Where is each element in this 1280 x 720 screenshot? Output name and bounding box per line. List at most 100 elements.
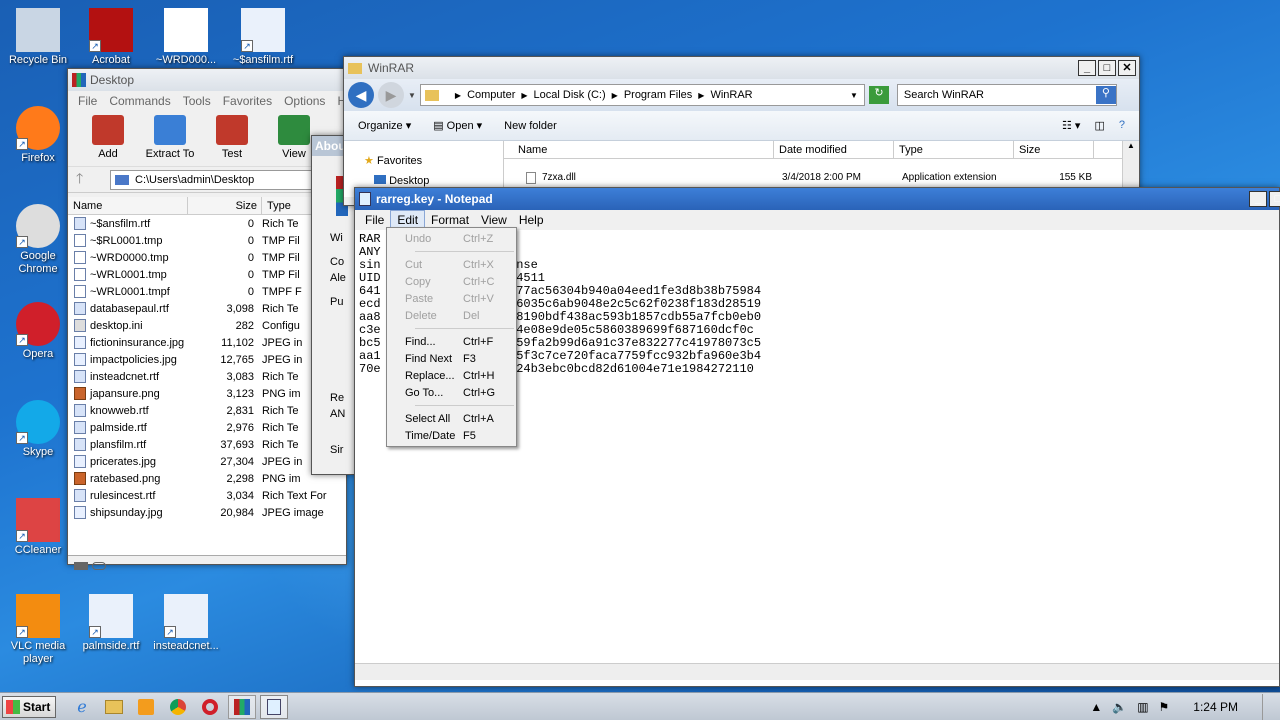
notepad-taskbar-icon[interactable] (260, 694, 288, 719)
forward-button[interactable]: ▶ (378, 82, 404, 108)
close-button[interactable]: ✕ (1118, 60, 1136, 76)
file-row[interactable]: fictioninsurance.jpg 11,102 JPEG in (68, 334, 346, 351)
breadcrumb-arrow-icon[interactable]: ▶ (455, 91, 461, 100)
file-row[interactable]: insteadcnet.rtf 3,083 Rich Te (68, 368, 346, 385)
folder-titlebar[interactable]: WinRAR _ □ ✕ (344, 57, 1139, 79)
refresh-button[interactable]: ↻ (868, 86, 889, 104)
file-row[interactable]: ratebased.png 2,298 PNG im (68, 470, 346, 487)
desktop-icon-10[interactable]: ↗ palmside.rtf (73, 594, 149, 653)
view-options-icon[interactable]: ☷ ▾ (1062, 119, 1080, 132)
file-row[interactable]: shipsunday.jpg 20,984 JPEG image (68, 504, 346, 521)
desktop-icon-11[interactable]: ↗ insteadcnet... (148, 594, 224, 653)
file-row[interactable]: ~$ansfilm.rtf 0 Rich Te (68, 215, 346, 232)
folder-column-size[interactable]: Size (1014, 141, 1094, 158)
breadcrumb-item[interactable]: Computer (467, 89, 515, 101)
menu-favorites[interactable]: Favorites (217, 92, 278, 110)
file-row[interactable]: palmside.rtf 2,976 Rich Te (68, 419, 346, 436)
file-row[interactable]: japansure.png 3,123 PNG im (68, 385, 346, 402)
desktop-icon-9[interactable]: ↗ VLC media player (0, 594, 76, 666)
file-row[interactable]: ~$RL0001.tmp 0 TMP Fil (68, 232, 346, 249)
ie-taskbar-icon[interactable]: ℯ (68, 695, 96, 719)
preview-pane-icon[interactable]: ◫ (1094, 119, 1104, 132)
breadcrumb-item[interactable]: WinRAR (710, 89, 752, 101)
file-row[interactable]: plansfilm.rtf 37,693 Rich Te (68, 436, 346, 453)
desktop-icon-4[interactable]: ↗ Firefox (0, 106, 76, 165)
toolbar-test-button[interactable]: Test (204, 111, 260, 166)
desktop-icon-3[interactable]: ↗ ~$ansfilm.rtf (225, 8, 301, 67)
toolbar-add-button[interactable]: Add (80, 111, 136, 166)
edit-menu-find-next[interactable]: Find Next F3 (387, 350, 516, 367)
chrome-taskbar-icon[interactable] (164, 695, 192, 719)
edit-menu-go-to[interactable]: Go To... Ctrl+G (387, 384, 516, 401)
desktop-icon-1[interactable]: ↗ Acrobat (73, 8, 149, 67)
search-icon[interactable]: ⚲ (1095, 86, 1116, 104)
file-row[interactable]: desktop.ini 282 Configu (68, 317, 346, 334)
help-icon[interactable]: ? (1119, 119, 1125, 132)
file-row[interactable]: ~WRD0000.tmp 0 TMP Fil (68, 249, 346, 266)
toolbar-extract-to-button[interactable]: Extract To (142, 111, 198, 166)
notepad-maximize-button[interactable]: □ (1269, 191, 1280, 207)
breadcrumb-arrow-icon[interactable]: ▶ (698, 91, 704, 100)
column-name[interactable]: Name (68, 197, 188, 214)
menu-tools[interactable]: Tools (177, 92, 217, 110)
edit-menu-replace[interactable]: Replace... Ctrl+H (387, 367, 516, 384)
opera-taskbar-icon[interactable] (196, 695, 224, 719)
breadcrumb-arrow-icon[interactable]: ▶ (521, 91, 527, 100)
folder-column-type[interactable]: Type (894, 141, 1014, 158)
breadcrumb-dropdown-icon[interactable]: ▼ (850, 91, 858, 100)
new-folder-button[interactable]: New folder (504, 120, 557, 132)
winrar-desktop-titlebar[interactable]: Desktop (68, 69, 346, 91)
folder-column-name[interactable]: Name (504, 141, 774, 158)
tray-expand-icon[interactable]: ▲ (1090, 700, 1102, 714)
file-row[interactable]: databasepaul.rtf 3,098 Rich Te (68, 300, 346, 317)
start-button[interactable]: Start (2, 695, 56, 718)
file-size: 2,831 (226, 404, 254, 417)
edit-menu-time-date[interactable]: Time/Date F5 (387, 427, 516, 444)
breadcrumb-item[interactable]: Local Disk (C:) (534, 89, 606, 101)
horizontal-scrollbar[interactable] (355, 663, 1279, 680)
notepad-minimize-button[interactable]: _ (1249, 191, 1267, 207)
chevron-down-icon[interactable]: ▼ (408, 91, 416, 100)
clock[interactable]: 1:24 PM (1193, 700, 1238, 714)
file-row[interactable]: ~WRL0001.tmpf 0 TMPF F (68, 283, 346, 300)
desktop-icon-8[interactable]: ↗ CCleaner (0, 498, 76, 557)
breadcrumb-arrow-icon[interactable]: ▶ (612, 91, 618, 100)
search-field[interactable]: Search WinRAR ⚲ (896, 84, 1117, 106)
menu-options[interactable]: Options (278, 92, 331, 110)
network-icon[interactable]: ▥ (1137, 700, 1148, 714)
minimize-button[interactable]: _ (1078, 60, 1096, 76)
open-button[interactable]: ▤ Open ▾ (433, 119, 482, 132)
folder-column-date-modified[interactable]: Date modified (774, 141, 894, 158)
menu-file[interactable]: File (72, 92, 103, 110)
desktop-icon-6[interactable]: ↗ Opera (0, 302, 76, 361)
menu-commands[interactable]: Commands (103, 92, 176, 110)
file-row[interactable]: knowweb.rtf 2,831 Rich Te (68, 402, 346, 419)
explorer-taskbar-icon[interactable] (100, 695, 128, 719)
back-button[interactable]: ◀ (348, 82, 374, 108)
media-player-taskbar-icon[interactable] (132, 695, 160, 719)
winrar-taskbar-icon[interactable] (228, 694, 256, 719)
desktop-icon-7[interactable]: ↗ Skype (0, 400, 76, 459)
notepad-titlebar[interactable]: rarreg.key - Notepad _ □ (355, 188, 1280, 210)
edit-menu-find[interactable]: Find... Ctrl+F (387, 333, 516, 350)
nav-favorites[interactable]: ★ Favorites (364, 151, 503, 171)
organize-button[interactable]: Organize ▾ (358, 119, 411, 132)
file-row[interactable]: rulesincest.rtf 3,034 Rich Text For (68, 487, 346, 504)
desktop-icon-5[interactable]: ↗ Google Chrome (0, 204, 76, 276)
folder-row[interactable]: 7zxa.dll 3/4/2018 2:00 PM Application ex… (504, 169, 1122, 186)
file-row[interactable]: pricerates.jpg 27,304 JPEG in (68, 453, 346, 470)
column-size[interactable]: Size (188, 197, 262, 214)
notepad-menu-help[interactable]: Help (513, 211, 550, 229)
breadcrumb-item[interactable]: Program Files (624, 89, 692, 101)
file-row[interactable]: ~WRL0001.tmp 0 TMP Fil (68, 266, 346, 283)
desktop-icon-0[interactable]: Recycle Bin (0, 8, 76, 67)
maximize-button[interactable]: □ (1098, 60, 1116, 76)
show-desktop-button[interactable] (1262, 693, 1272, 720)
action-center-flag-icon[interactable]: ⚑ (1159, 700, 1170, 714)
file-row[interactable]: impactpolicies.jpg 12,765 JPEG in (68, 351, 346, 368)
volume-icon[interactable]: 🔈 (1112, 700, 1127, 714)
desktop-icon-2[interactable]: ~WRD000... (148, 8, 224, 67)
edit-menu-select-all[interactable]: Select All Ctrl+A (387, 410, 516, 427)
breadcrumb[interactable]: ▶ Computer ▶ Local Disk (C:) ▶ Program Files ▶… (419, 84, 865, 106)
up-arrow-icon[interactable]: 🡑 (76, 168, 110, 192)
